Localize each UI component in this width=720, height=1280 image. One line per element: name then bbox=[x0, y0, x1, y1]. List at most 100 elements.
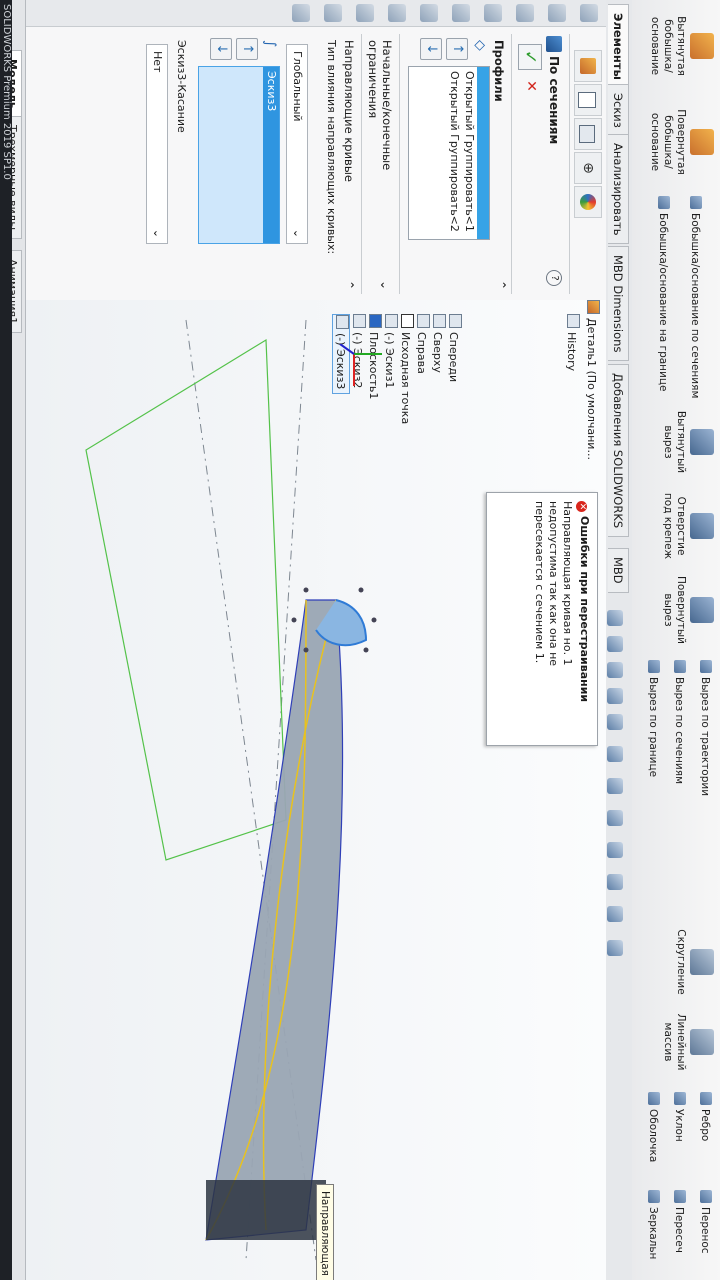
linear-pattern-icon bbox=[690, 1029, 714, 1055]
tree-item-sketch1[interactable]: (-) Эскиз1 bbox=[382, 314, 398, 388]
extruded-boss-button[interactable]: Вытянутая бобышка/основание bbox=[648, 4, 714, 88]
tab-evaluate[interactable]: Анализировать bbox=[608, 134, 629, 245]
tool-icon[interactable] bbox=[356, 4, 374, 22]
tool-icon[interactable] bbox=[484, 4, 502, 22]
monitor-icon[interactable] bbox=[607, 940, 623, 956]
display-style-icon[interactable] bbox=[607, 778, 623, 794]
boundary-cut-button[interactable]: Вырез по границе bbox=[647, 660, 660, 777]
list-item[interactable]: Открытый Группировать<2 bbox=[447, 67, 462, 239]
move-down-button[interactable]: ↓ bbox=[210, 38, 232, 60]
section-view-icon[interactable] bbox=[607, 688, 623, 704]
tool-icon[interactable] bbox=[420, 4, 438, 22]
move-button[interactable]: Перенос bbox=[699, 1190, 712, 1254]
tool-icon[interactable] bbox=[324, 4, 342, 22]
property-manager-icon bbox=[578, 92, 596, 108]
guide-curves-section-title: Направляющие кривые bbox=[342, 40, 356, 182]
constraints-section-title[interactable]: Начальные/конечные ограничения bbox=[366, 40, 394, 240]
extruded-cut-button[interactable]: Вытянутый вырез bbox=[661, 400, 714, 484]
tree-item-origin[interactable]: Исходная точка bbox=[398, 314, 414, 424]
view-settings-icon[interactable] bbox=[607, 906, 623, 922]
list-item[interactable]: Эскиз3 bbox=[263, 67, 279, 243]
dynamic-annotation-icon[interactable] bbox=[607, 714, 623, 730]
draft-button[interactable]: Уклон bbox=[673, 1092, 686, 1142]
profiles-list[interactable]: Открытый Группировать<1 Открытый Группир… bbox=[408, 66, 490, 240]
move-up-button[interactable]: ↑ bbox=[446, 38, 468, 60]
tangency-select[interactable]: Нет ⌄ bbox=[146, 44, 168, 244]
revolved-cut-button[interactable]: Повернутый вырез bbox=[661, 568, 714, 652]
configuration-manager-tab[interactable] bbox=[574, 118, 602, 150]
intersect-button[interactable]: Пересеч bbox=[673, 1190, 686, 1253]
swept-cut-button[interactable]: Вырез по траектории bbox=[699, 660, 712, 796]
guide-curves-list[interactable]: Эскиз3 bbox=[198, 66, 280, 244]
move-up-button[interactable]: ↑ bbox=[236, 38, 258, 60]
plane bbox=[85, 338, 287, 861]
graphics-area[interactable] bbox=[26, 300, 606, 1280]
collapse-chevron-icon[interactable]: ⌃ bbox=[494, 280, 508, 290]
tool-icon[interactable] bbox=[548, 4, 566, 22]
tool-icon[interactable] bbox=[452, 4, 470, 22]
move-icon bbox=[700, 1190, 712, 1203]
collapse-chevron-icon[interactable]: ⌃ bbox=[342, 280, 356, 290]
tree-item-top-plane[interactable]: Сверху bbox=[430, 314, 446, 373]
history-icon bbox=[567, 314, 580, 328]
view-orientation-icon[interactable] bbox=[607, 746, 623, 762]
fillet-button[interactable]: Скругление bbox=[674, 920, 714, 1004]
rebuild-error-popup: ✕Ошибки при перестраивании Направляющая … bbox=[486, 492, 598, 746]
property-manager-tab[interactable] bbox=[574, 84, 602, 116]
tool-icon[interactable] bbox=[580, 4, 598, 22]
tree-item-front-plane[interactable]: Спереди bbox=[446, 314, 462, 382]
zoom-area-icon[interactable] bbox=[607, 636, 623, 652]
tree-item-right-plane[interactable]: Справа bbox=[414, 314, 430, 374]
tree-item-history[interactable]: History bbox=[564, 314, 580, 371]
rib-button[interactable]: Ребро bbox=[699, 1092, 712, 1141]
ok-button[interactable]: ✓ bbox=[518, 44, 542, 70]
guide-influence-select[interactable]: Глобальный ⌄ bbox=[286, 44, 308, 244]
hole-wizard-button[interactable]: Отверстие под крепеж bbox=[661, 484, 714, 568]
feature-manager-tab[interactable] bbox=[574, 50, 602, 82]
lofted-cut-button[interactable]: Вырез по сечениям bbox=[673, 660, 686, 784]
linear-pattern-button[interactable]: Линейный массив bbox=[661, 1000, 714, 1084]
edit-appearance-icon[interactable] bbox=[607, 842, 623, 858]
list-item[interactable]: Открытый Группировать<1 bbox=[462, 67, 477, 239]
expand-chevron-icon[interactable]: ⌄ bbox=[378, 280, 392, 290]
tool-icon[interactable] bbox=[388, 4, 406, 22]
shell-button[interactable]: Оболочка bbox=[647, 1092, 660, 1162]
status-bar: SOLIDWORKS Premium 2019 SP1.0 bbox=[0, 0, 12, 1280]
feature-manager-icon bbox=[580, 58, 596, 74]
revolved-boss-button[interactable]: Повернутая бобышка/основание bbox=[648, 100, 714, 184]
previous-view-icon[interactable] bbox=[607, 662, 623, 678]
tangency-label: Эскиз3-Касание bbox=[175, 40, 188, 133]
mirror-button[interactable]: Зеркальн bbox=[647, 1190, 660, 1259]
apply-scene-icon[interactable] bbox=[607, 874, 623, 890]
tab-features[interactable]: Элементы bbox=[608, 4, 629, 89]
fillet-icon bbox=[690, 949, 714, 975]
hide-show-items-icon[interactable] bbox=[607, 810, 623, 826]
tab-solidworks-addins[interactable]: Добавления SOLIDWORKS bbox=[608, 364, 629, 538]
zoom-to-fit-icon[interactable] bbox=[607, 610, 623, 626]
error-icon: ✕ bbox=[576, 501, 587, 512]
property-manager-panel: ⊕ По сечениям ? ✓ ✕ Профили ⌃ ◇ ↑ ↓ Откр… bbox=[26, 0, 606, 301]
move-down-button[interactable]: ↓ bbox=[420, 38, 442, 60]
cancel-button[interactable]: ✕ bbox=[520, 74, 542, 98]
boundary-cut-icon bbox=[648, 660, 660, 673]
sketch-icon bbox=[353, 314, 366, 328]
hole-wizard-icon bbox=[690, 513, 714, 539]
boundary-boss-button[interactable]: Бобышка/основание на границе bbox=[657, 196, 670, 391]
lofted-boss-button[interactable]: Бобышка/основание по сечениям bbox=[689, 196, 702, 398]
guide-curve-tooltip: Направляющая крива bbox=[316, 1184, 334, 1280]
panel-scrollbar[interactable] bbox=[46, 184, 586, 192]
sketch-icon bbox=[385, 314, 398, 328]
chevron-down-icon: ⌄ bbox=[151, 228, 164, 238]
tool-icon[interactable] bbox=[516, 4, 534, 22]
tab-sketch[interactable]: Эскиз bbox=[608, 84, 629, 137]
tab-mbd-dimensions[interactable]: MBD Dimensions bbox=[608, 246, 629, 362]
help-button[interactable]: ? bbox=[546, 270, 562, 286]
boundary-boss-icon bbox=[658, 196, 670, 209]
part-icon bbox=[587, 300, 600, 314]
dimxpert-tab[interactable]: ⊕ bbox=[574, 152, 602, 184]
tab-mbd[interactable]: MBD bbox=[608, 548, 629, 593]
tool-icon[interactable] bbox=[292, 4, 310, 22]
tree-root[interactable]: Деталь1 (По умолчани... bbox=[584, 300, 600, 460]
divider bbox=[399, 34, 400, 294]
plane-icon bbox=[417, 314, 430, 328]
